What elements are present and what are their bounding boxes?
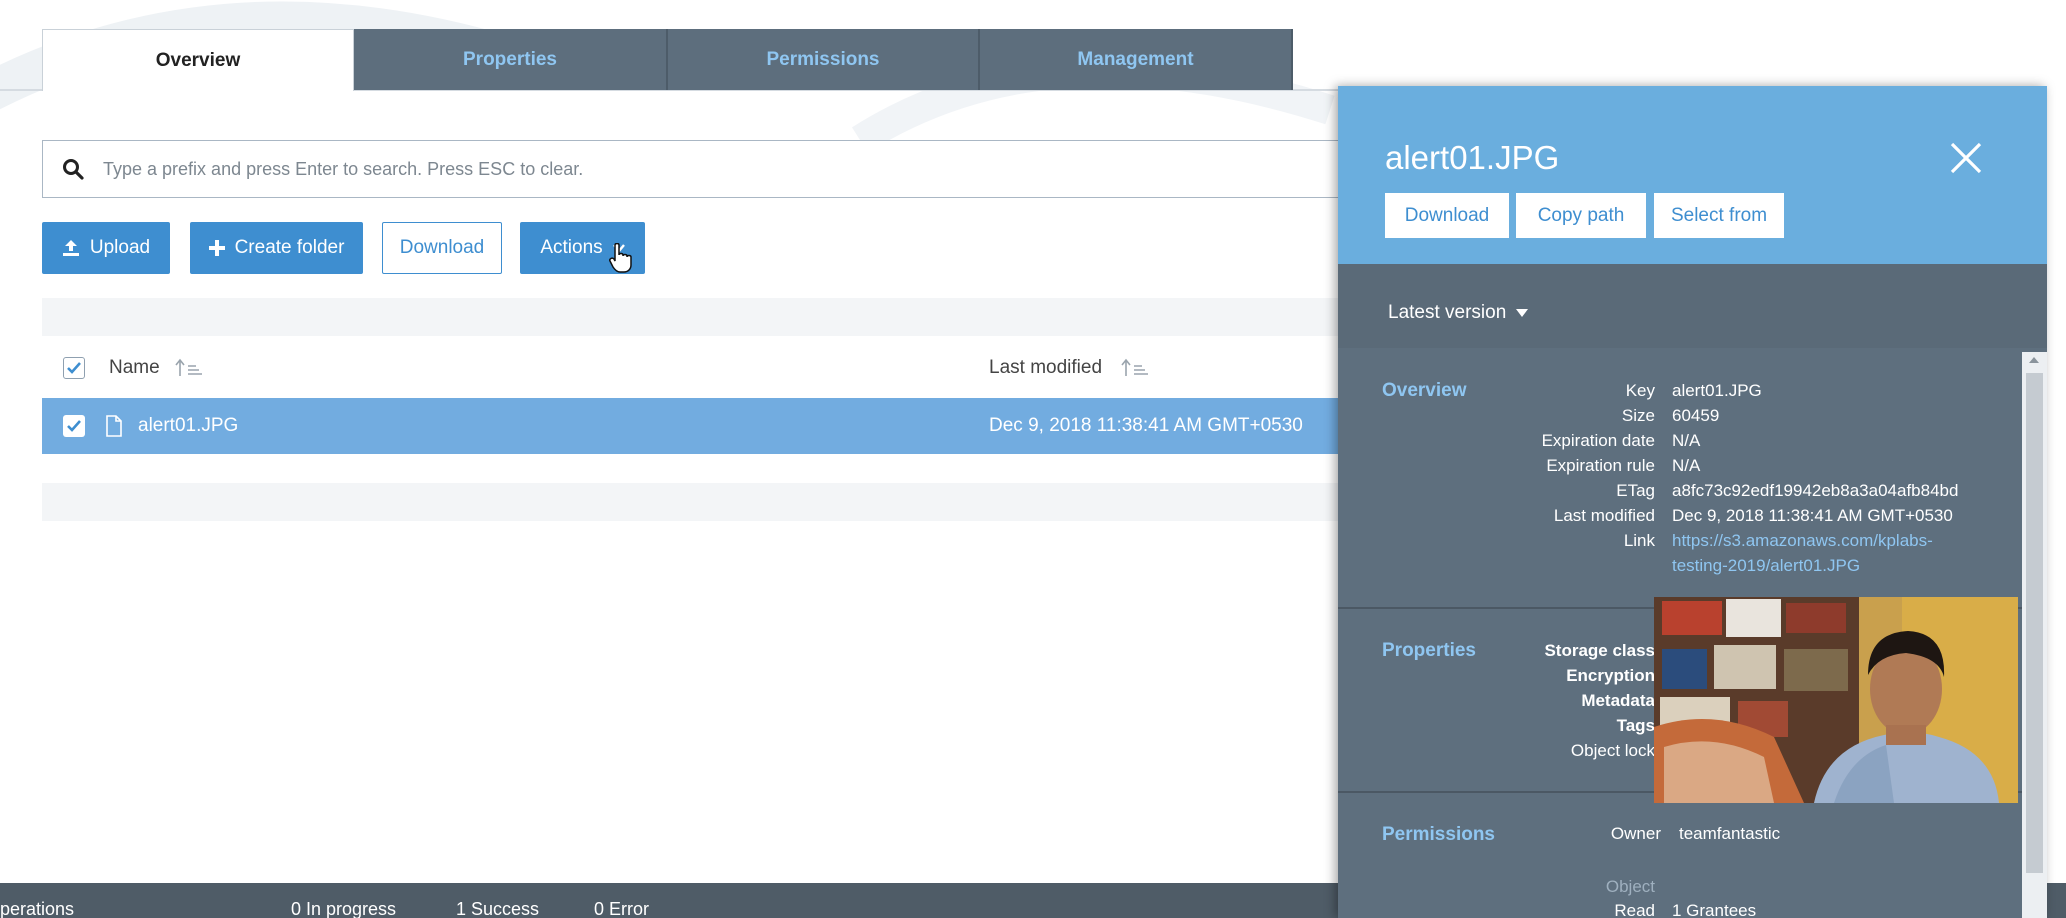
tags-key: Tags [1616,716,1655,735]
version-dropdown[interactable]: Latest version [1388,302,1529,324]
encryption-key: Encryption [1566,666,1655,685]
read-key: Read [1614,901,1655,918]
tab-permissions[interactable]: Permissions [668,29,980,90]
tab-properties[interactable]: Properties [354,29,668,90]
field-key: ETag [1616,481,1655,500]
mouse-pointer-icon [609,243,632,273]
table-footer-band [42,483,1342,521]
file-icon [105,415,123,437]
copy-path-button[interactable]: Copy path [1516,193,1646,238]
metadata-key: Metadata [1581,691,1655,710]
actions-label: Actions [540,237,603,258]
tab-management[interactable]: Management [980,29,1293,90]
object-label: Object [1605,877,1655,896]
field-key: Link [1623,531,1655,550]
scroll-up-icon[interactable] [2028,354,2040,366]
owner-key: Owner [1610,824,1661,843]
upload-label: Upload [89,237,151,258]
field-value: Dec 9, 2018 11:38:41 AM GMT+0530 [1672,506,1953,525]
panel-header: alert01.JPG Download Copy path Select fr… [1338,86,2047,264]
field-key: Last modified [1553,506,1655,525]
error-count[interactable]: 0 Error [594,899,649,918]
field-key: Expiration rule [1546,456,1655,475]
object-url-link[interactable]: https://s3.amazonaws.com/kplabs-testing-… [1672,528,1972,578]
operations-label[interactable]: perations [0,899,74,918]
download-button[interactable]: Download [382,222,502,274]
file-name[interactable]: alert01.JPG [138,415,238,437]
create-folder-button[interactable]: Create folder [190,222,363,274]
file-last-modified: Dec 9, 2018 11:38:41 AM GMT+0530 [989,415,1303,436]
read-value: 1 Grantees [1672,901,1757,918]
field-key: Size [1621,406,1655,425]
version-label: Latest version [1388,302,1507,323]
etag-value: a8fc73c92edf19942eb8a3a04afb84bd [1672,481,1959,500]
search-bar [42,140,1342,198]
tab-permissions-label: Permissions [766,48,880,70]
last-modified-column-header[interactable]: Last modified [989,357,1102,379]
field-value: alert01.JPG [1672,381,1762,400]
row-checkbox[interactable] [63,415,85,437]
field-value: 60459 [1672,406,1720,425]
select-all-checkbox[interactable] [63,356,85,379]
tab-overview-label: Overview [155,49,241,71]
search-icon [43,158,103,180]
table-header: Name Last modified [42,340,1342,395]
select-from-button[interactable]: Select from [1654,193,1784,238]
close-icon[interactable] [1945,137,1987,179]
presenter-video-image [1654,597,2018,803]
table-row[interactable]: alert01.JPG Dec 9, 2018 11:38:41 AM GMT+… [42,398,1342,454]
sort-icon[interactable] [174,358,204,378]
tab-management-label: Management [1077,48,1194,70]
object-lock-key: Object lock [1570,741,1655,760]
table-toolbar-band [42,298,1342,336]
overview-section-title: Overview [1382,380,1467,401]
in-progress-count[interactable]: 0 In progress [291,899,396,918]
download-label: Download [399,237,485,258]
panel-download-label: Download [1404,204,1490,226]
select-from-label: Select from [1670,204,1768,226]
name-column-header[interactable]: Name [109,357,160,379]
scrollbar-thumb[interactable] [2026,373,2043,873]
caret-down-icon [1516,309,1529,317]
success-count[interactable]: 1 Success [456,899,539,918]
permissions-section-title: Permissions [1382,824,1495,845]
plus-icon [208,240,225,256]
copy-path-label: Copy path [1537,204,1625,226]
field-value: N/A [1672,431,1701,450]
field-value: N/A [1672,456,1701,475]
field-key: Key [1625,381,1655,400]
sort-icon[interactable] [1120,358,1150,378]
panel-title: alert01.JPG [1385,139,1560,176]
panel-download-button[interactable]: Download [1385,193,1509,238]
upload-icon [62,239,80,257]
owner-value: teamfantastic [1679,824,1781,843]
search-input[interactable] [103,158,1303,180]
tab-overview[interactable]: Overview [42,29,354,91]
create-folder-label: Create folder [234,237,345,258]
properties-section-title: Properties [1382,640,1476,661]
upload-button[interactable]: Upload [42,222,170,274]
webcam-overlay [1654,597,2018,803]
field-key: Expiration date [1541,431,1655,450]
storage-class-key: Storage class [1544,641,1655,660]
tab-properties-label: Properties [463,48,557,70]
